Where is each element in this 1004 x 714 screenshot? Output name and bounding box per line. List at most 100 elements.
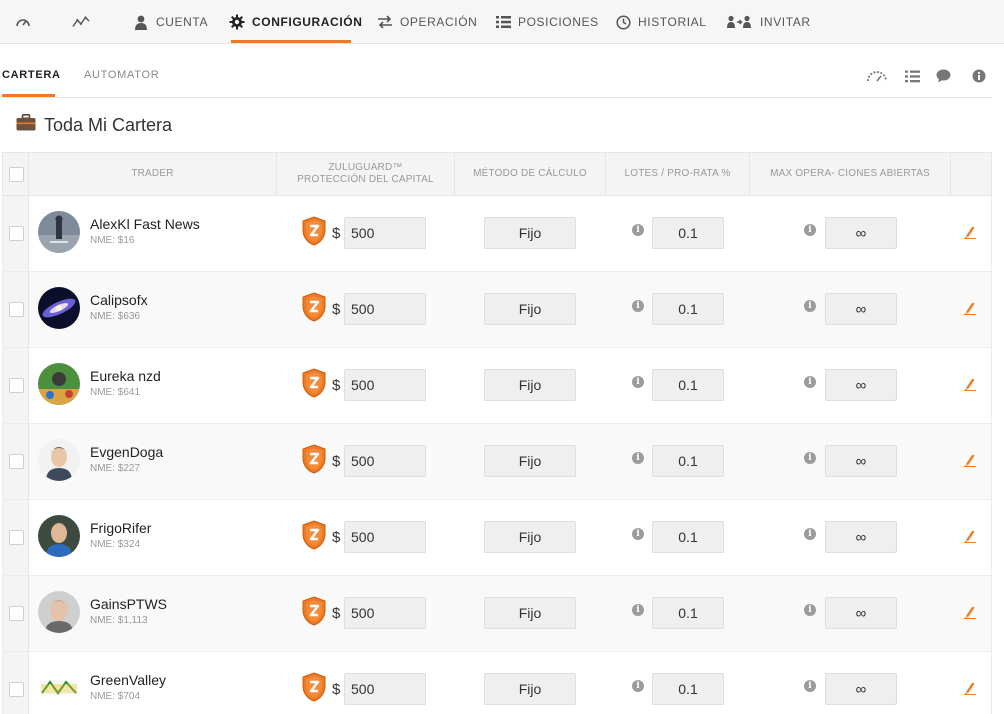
row-check-cell (3, 348, 29, 423)
max-open-info-icon[interactable]: i (804, 376, 816, 388)
row-checkbox[interactable] (9, 378, 24, 393)
zuluguard-shield-icon[interactable] (301, 368, 327, 398)
lots-input[interactable]: 0.1 (652, 673, 724, 705)
max-open-trades-input[interactable]: ∞ (825, 521, 897, 553)
tab-cartera[interactable]: Cartera (2, 69, 61, 81)
chat-bubble-icon[interactable] (932, 67, 954, 85)
zuluguard-shield-icon[interactable] (301, 216, 327, 246)
trader-name[interactable]: GreenValley (90, 672, 166, 688)
trader-nme: NME: $227 (90, 463, 141, 474)
gauge-view-icon[interactable] (866, 67, 888, 85)
select-all-checkbox[interactable] (9, 167, 24, 182)
trader-avatar[interactable] (38, 211, 80, 253)
table-body: AlexKl Fast News NME: $16 $ 500 Fijo i 0… (2, 196, 992, 714)
edit-pencil-icon[interactable] (963, 377, 977, 391)
nav-invitar[interactable]: Invitar (726, 0, 811, 44)
trader-avatar[interactable] (38, 515, 80, 557)
trader-name[interactable]: AlexKl Fast News (90, 216, 200, 232)
zuluguard-amount-input[interactable]: 500 (344, 673, 426, 705)
max-open-trades-input[interactable]: ∞ (825, 445, 897, 477)
trader-name[interactable]: FrigoRifer (90, 520, 151, 536)
nav-operacion[interactable]: Operación (376, 0, 477, 44)
page-header: Toda Mi Cartera (16, 112, 172, 138)
row-checkbox[interactable] (9, 682, 24, 697)
row-checkbox[interactable] (9, 454, 24, 469)
trader-avatar[interactable] (38, 439, 80, 481)
edit-pencil-icon[interactable] (963, 529, 977, 543)
list-view-icon[interactable] (901, 67, 923, 85)
nav-historial[interactable]: Historial (614, 0, 707, 44)
edit-pencil-icon[interactable] (963, 681, 977, 695)
info-circle-icon[interactable] (968, 67, 990, 85)
zuluguard-shield-icon[interactable] (301, 672, 327, 702)
calculation-method-select[interactable]: Fijo (484, 293, 576, 325)
zuluguard-amount-input[interactable]: 500 (344, 445, 426, 477)
lots-input[interactable]: 0.1 (652, 369, 724, 401)
zuluguard-amount-input[interactable]: 500 (344, 217, 426, 249)
max-open-trades-input[interactable]: ∞ (825, 293, 897, 325)
nav-dashboard[interactable] (14, 0, 38, 44)
trader-name[interactable]: GainsPTWS (90, 596, 167, 612)
lots-input[interactable]: 0.1 (652, 293, 724, 325)
max-open-info-icon[interactable]: i (804, 604, 816, 616)
trader-avatar[interactable] (38, 667, 80, 709)
max-open-trades-input[interactable]: ∞ (825, 673, 897, 705)
max-open-trades-input[interactable]: ∞ (825, 369, 897, 401)
row-checkbox[interactable] (9, 226, 24, 241)
trader-avatar[interactable] (38, 287, 80, 329)
table-row: GainsPTWS NME: $1,113 $ 500 Fijo i 0.1 i… (2, 576, 992, 652)
trader-name[interactable]: Eureka nzd (90, 368, 161, 384)
zuluguard-shield-icon[interactable] (301, 520, 327, 550)
zuluguard-amount-input[interactable]: 500 (344, 597, 426, 629)
calculation-method-select[interactable]: Fijo (484, 217, 576, 249)
lots-info-icon[interactable]: i (632, 680, 644, 692)
zuluguard-shield-icon[interactable] (301, 292, 327, 322)
nav-configuracion[interactable]: Configuración (228, 0, 362, 44)
lots-info-icon[interactable]: i (632, 224, 644, 236)
max-open-info-icon[interactable]: i (804, 680, 816, 692)
row-checkbox[interactable] (9, 530, 24, 545)
edit-pencil-icon[interactable] (963, 453, 977, 467)
lots-info-icon[interactable]: i (632, 300, 644, 312)
lots-info-icon[interactable]: i (632, 528, 644, 540)
lots-info-icon[interactable]: i (632, 452, 644, 464)
lots-input[interactable]: 0.1 (652, 521, 724, 553)
lots-input[interactable]: 0.1 (652, 445, 724, 477)
row-check-cell (3, 272, 29, 347)
trader-avatar[interactable] (38, 591, 80, 633)
trader-name[interactable]: EvgenDoga (90, 444, 163, 460)
lots-input[interactable]: 0.1 (652, 217, 724, 249)
lots-info-icon[interactable]: i (632, 376, 644, 388)
max-open-info-icon[interactable]: i (804, 452, 816, 464)
max-open-info-icon[interactable]: i (804, 224, 816, 236)
edit-pencil-icon[interactable] (963, 605, 977, 619)
row-checkbox[interactable] (9, 606, 24, 621)
zuluguard-shield-icon[interactable] (301, 596, 327, 626)
tab-automator[interactable]: Automator (84, 69, 159, 81)
max-open-info-icon[interactable]: i (804, 528, 816, 540)
max-open-trades-input[interactable]: ∞ (825, 597, 897, 629)
nav-cuenta[interactable]: Cuenta (132, 0, 208, 44)
trader-nme: NME: $324 (90, 539, 141, 550)
lots-input[interactable]: 0.1 (652, 597, 724, 629)
trader-nme: NME: $704 (90, 691, 141, 702)
lots-info-icon[interactable]: i (632, 604, 644, 616)
calculation-method-select[interactable]: Fijo (484, 445, 576, 477)
calculation-method-select[interactable]: Fijo (484, 521, 576, 553)
calculation-method-select[interactable]: Fijo (484, 597, 576, 629)
calculation-method-select[interactable]: Fijo (484, 673, 576, 705)
nav-posiciones[interactable]: Posiciones (494, 0, 599, 44)
trader-name[interactable]: Calipsofx (90, 292, 148, 308)
zuluguard-amount-input[interactable]: 500 (344, 521, 426, 553)
nav-performance[interactable] (72, 0, 96, 44)
edit-pencil-icon[interactable] (963, 301, 977, 315)
trader-avatar[interactable] (38, 363, 80, 405)
max-open-trades-input[interactable]: ∞ (825, 217, 897, 249)
edit-pencil-icon[interactable] (963, 225, 977, 239)
zuluguard-amount-input[interactable]: 500 (344, 293, 426, 325)
zuluguard-shield-icon[interactable] (301, 444, 327, 474)
max-open-info-icon[interactable]: i (804, 300, 816, 312)
zuluguard-amount-input[interactable]: 500 (344, 369, 426, 401)
calculation-method-select[interactable]: Fijo (484, 369, 576, 401)
row-checkbox[interactable] (9, 302, 24, 317)
